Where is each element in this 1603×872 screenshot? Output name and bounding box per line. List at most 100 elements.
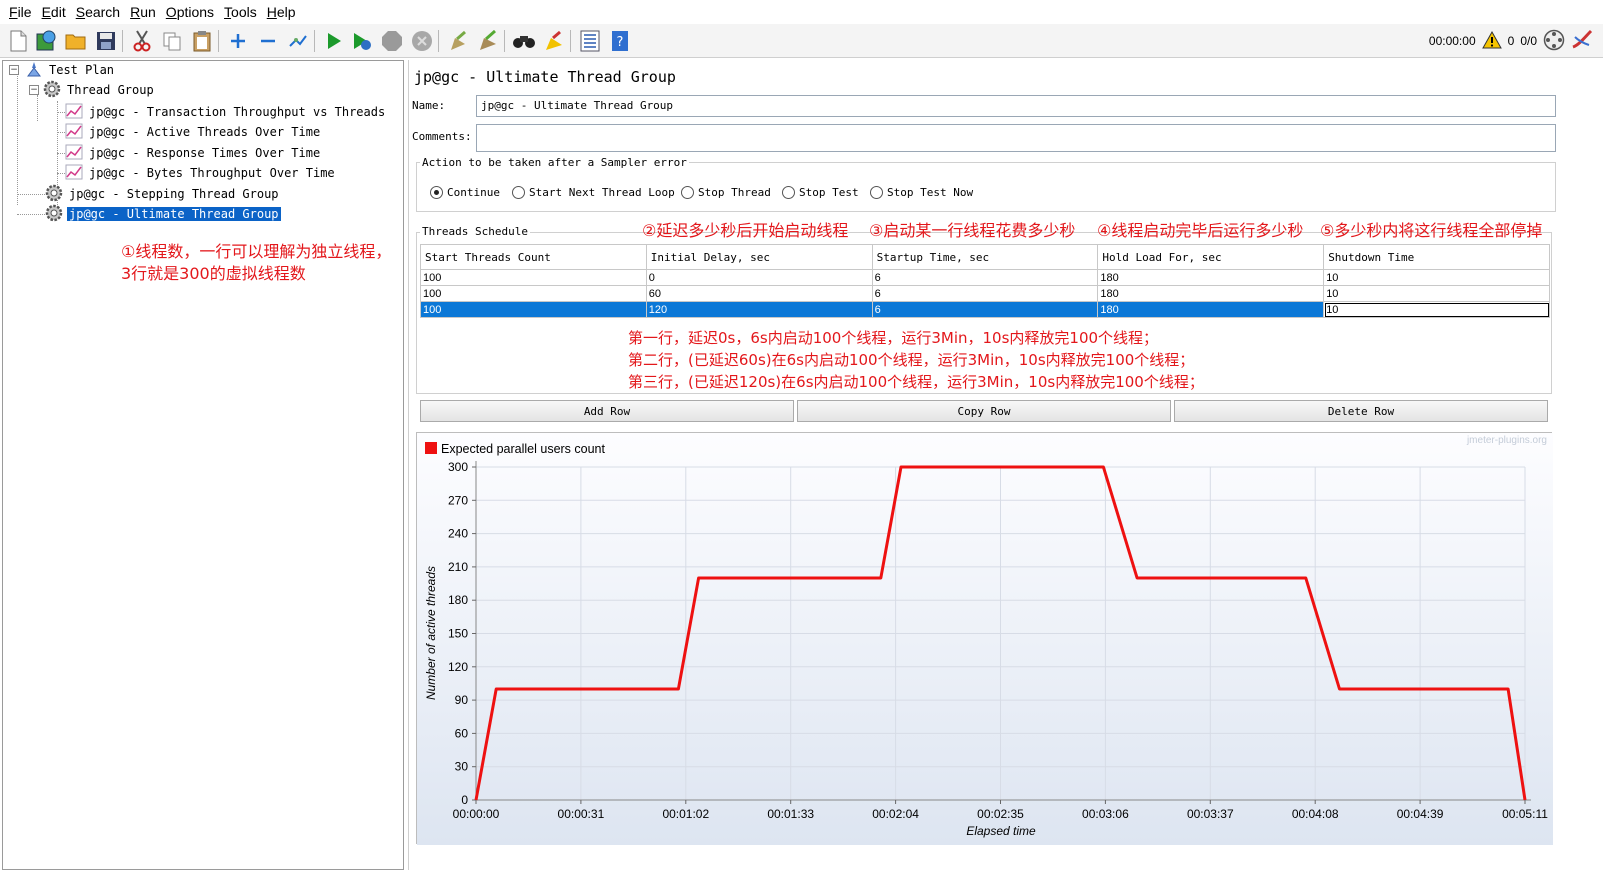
delay-annotation: ②延迟多少秒后开始启动线程	[642, 221, 849, 240]
menu-run[interactable]: Run	[125, 4, 161, 20]
shutdown-icon[interactable]	[410, 29, 434, 53]
collapse-toggle[interactable]: −	[9, 65, 19, 75]
table-cell[interactable]: 6	[871, 301, 1099, 318]
menu-options[interactable]: Options	[161, 4, 219, 20]
column-header[interactable]: Hold Load For, sec	[1097, 244, 1325, 270]
radio-dot[interactable]	[681, 186, 694, 199]
tree-node-listener[interactable]: jp@gc - Bytes Throughput Over Time	[65, 164, 337, 182]
y-tick-label: 180	[448, 593, 468, 607]
add-row-button[interactable]: Add Row	[420, 400, 794, 422]
name-field[interactable]: jp@gc - Ultimate Thread Group	[476, 95, 1556, 117]
radio-stop-thread[interactable]: Stop Thread	[681, 186, 771, 199]
table-cell[interactable]: 0	[645, 269, 873, 286]
radio-dot[interactable]	[512, 186, 525, 199]
menu-file[interactable]: File	[4, 4, 37, 20]
comments-label: Comments:	[412, 130, 472, 143]
toggle-icon[interactable]	[286, 29, 310, 53]
clear-icon[interactable]	[446, 29, 470, 53]
menu-tools[interactable]: Tools	[219, 4, 262, 20]
clear-all-icon[interactable]	[476, 29, 500, 53]
table-cell[interactable]: 180	[1097, 269, 1325, 286]
table-cell[interactable]: 180	[1097, 301, 1325, 318]
tree-node-listener[interactable]: jp@gc - Transaction Throughput vs Thread…	[65, 103, 387, 121]
graph-icon	[65, 123, 83, 142]
table-row[interactable]: 100 60 6 180 10	[420, 285, 1550, 302]
table-cell[interactable]: 100	[420, 301, 647, 318]
tree-node-stepping-thread-group[interactable]: jp@gc - Stepping Thread Group	[45, 184, 281, 205]
column-header[interactable]: Shutdown Time	[1323, 244, 1550, 270]
table-cell[interactable]: 100	[420, 285, 647, 302]
y-tick-label: 120	[448, 660, 468, 674]
copy-row-button[interactable]: Copy Row	[797, 400, 1171, 422]
table-cell[interactable]: 60	[645, 285, 873, 302]
start-icon[interactable]	[322, 29, 346, 53]
y-tick-label: 90	[455, 693, 469, 707]
status-area: 00:00:00 0 0/0	[1429, 29, 1593, 53]
tree-node-thread-group[interactable]: Thread Group	[43, 80, 156, 99]
column-header[interactable]: Initial Delay, sec	[645, 244, 873, 270]
threads-schedule-label: Threads Schedule	[420, 225, 530, 238]
open-folder-icon[interactable]	[64, 29, 88, 53]
cut-icon[interactable]	[130, 29, 154, 53]
radio-continue[interactable]: Continue	[430, 186, 500, 199]
radio-start-next-loop[interactable]: Start Next Thread Loop	[512, 186, 675, 199]
expand-all-icon[interactable]	[226, 29, 250, 53]
collapse-toggle[interactable]: −	[29, 85, 39, 95]
table-row-selected[interactable]: 100 120 6 180 10	[420, 301, 1550, 318]
expected-users-chart: 0 30 60 90 120 150 180 210 240 270 300 00:00:00 00:0…	[416, 432, 1553, 845]
radio-stop-test[interactable]: Stop Test	[782, 186, 859, 199]
menu-search[interactable]: Search	[71, 4, 125, 20]
table-header-row: Start Threads Count Initial Delay, sec S…	[420, 244, 1550, 270]
graph-icon	[65, 144, 83, 163]
function-helper-icon[interactable]	[578, 29, 602, 53]
svg-text:?: ?	[617, 35, 624, 50]
column-header[interactable]: Startup Time, sec	[871, 244, 1099, 270]
column-header[interactable]: Start Threads Count	[420, 244, 647, 270]
table-cell[interactable]: 100	[420, 269, 647, 286]
templates-icon[interactable]	[34, 29, 58, 53]
save-icon[interactable]	[94, 29, 118, 53]
y-tick-label: 270	[448, 493, 468, 507]
x-tick-label: 00:05:11	[1502, 807, 1548, 821]
start-no-pauses-icon[interactable]	[350, 29, 374, 53]
menu-edit[interactable]: Edit	[37, 4, 71, 20]
table-cell[interactable]: 10	[1323, 269, 1550, 286]
tree-node-listener[interactable]: jp@gc - Active Threads Over Time	[65, 123, 322, 141]
threads-schedule-table[interactable]: Start Threads Count Initial Delay, sec S…	[420, 244, 1550, 318]
radio-dot[interactable]	[870, 186, 883, 199]
tree-node-listener[interactable]: jp@gc - Response Times Over Time	[65, 144, 322, 162]
legend-swatch	[425, 442, 437, 454]
shutdown-annotation: ⑤多少秒内将这行线程全部停掉	[1320, 221, 1543, 240]
new-file-icon[interactable]	[6, 29, 30, 53]
y-tick-label: 30	[455, 760, 469, 774]
collapse-all-icon[interactable]	[256, 29, 280, 53]
tree-node-test-plan[interactable]: Test Plan	[25, 61, 116, 79]
table-cell[interactable]: 120	[645, 301, 873, 318]
table-cell[interactable]: 10	[1323, 285, 1550, 302]
warning-icon[interactable]	[1481, 30, 1502, 52]
table-cell[interactable]: 6	[871, 269, 1099, 286]
radio-stop-test-now[interactable]: Stop Test Now	[870, 186, 973, 199]
stop-icon[interactable]	[380, 29, 404, 53]
table-cell[interactable]: 180	[1097, 285, 1325, 302]
test-plan-tree[interactable]: − Test Plan − Thread Group jp@gc - Trans…	[2, 60, 404, 870]
tree-node-ultimate-thread-group[interactable]: jp@gc - Ultimate Thread Group	[45, 204, 282, 225]
comments-field[interactable]	[476, 124, 1556, 152]
remote-status-icon	[1543, 29, 1565, 54]
radio-dot[interactable]	[782, 186, 795, 199]
table-cell[interactable]: 6	[871, 285, 1099, 302]
y-tick-label: 210	[448, 560, 468, 574]
search-binoculars-icon[interactable]	[512, 29, 536, 53]
reset-search-icon[interactable]	[542, 29, 566, 53]
copy-icon[interactable]	[160, 29, 184, 53]
table-cell-focused[interactable]: 10	[1323, 301, 1550, 318]
gear-icon	[45, 184, 63, 205]
help-icon[interactable]: ?	[608, 29, 632, 53]
y-tick-label: 0	[461, 793, 468, 807]
radio-dot[interactable]	[430, 186, 443, 199]
delete-row-button[interactable]: Delete Row	[1174, 400, 1548, 422]
table-row[interactable]: 100 0 6 180 10	[420, 269, 1550, 286]
paste-icon[interactable]	[190, 29, 214, 53]
menu-help[interactable]: Help	[262, 4, 301, 20]
gear-icon	[45, 204, 63, 225]
